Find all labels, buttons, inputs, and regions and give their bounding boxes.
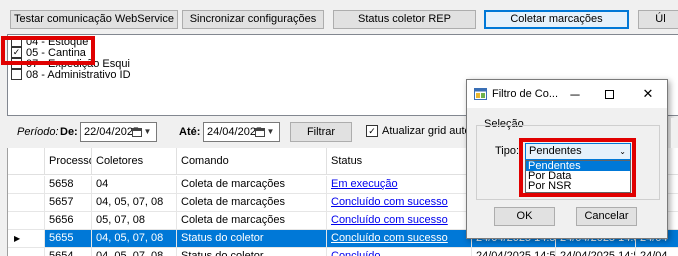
test-webservice-button[interactable]: Testar comunicação WebService bbox=[10, 10, 178, 29]
cell-coletores: 04 bbox=[92, 176, 177, 194]
last-button[interactable]: Úl bbox=[638, 10, 678, 29]
cancel-button[interactable]: Cancelar bbox=[576, 207, 637, 226]
filter-button[interactable]: Filtrar bbox=[290, 122, 352, 142]
ok-button[interactable]: OK bbox=[494, 207, 555, 226]
minimize-icon[interactable]: ─ bbox=[560, 80, 590, 108]
from-date-picker[interactable]: 22/04/2025 ▼ bbox=[80, 122, 157, 142]
cell-status-link[interactable]: Em execução bbox=[327, 176, 472, 194]
calendar-dropdown-button[interactable]: ▼ bbox=[251, 124, 278, 140]
row-header[interactable] bbox=[8, 248, 45, 256]
cell-processo: 5658 bbox=[45, 176, 92, 194]
dialog-titlebar[interactable]: Filtro de Co... ─ ✕ bbox=[467, 80, 667, 108]
column-header-comando[interactable]: Comando bbox=[177, 148, 327, 175]
cell-status-link[interactable]: Concluído com sucesso bbox=[327, 230, 472, 248]
tipo-selected-value: Pendentes bbox=[529, 145, 582, 157]
collector-checkbox[interactable] bbox=[11, 69, 22, 80]
cell-processo: 5656 bbox=[45, 212, 92, 230]
calendar-icon bbox=[254, 127, 265, 137]
row-header-corner bbox=[8, 148, 45, 175]
close-icon[interactable]: ✕ bbox=[633, 80, 663, 108]
cell-date: 24/04/2025 14:51 bbox=[472, 248, 556, 256]
from-label: De: bbox=[60, 126, 78, 138]
calendar-dropdown-button[interactable]: ▼ bbox=[128, 124, 155, 140]
current-row-arrow-icon[interactable]: ▶ bbox=[8, 230, 45, 248]
cell-date: 24/04 bbox=[636, 248, 678, 256]
to-date-picker[interactable]: 24/04/2025 ▼ bbox=[203, 122, 280, 142]
column-header-processo[interactable]: Processo bbox=[45, 148, 92, 175]
collector-label: 08 - Administrativo ID bbox=[26, 68, 131, 81]
rep-status-button[interactable]: Status coletor REP bbox=[333, 10, 476, 29]
cell-status-link[interactable]: Concluído com sucesso bbox=[327, 212, 472, 230]
cell-status-link[interactable]: Concluído com sucesso bbox=[327, 194, 472, 212]
cell-comando: Status do coletor bbox=[177, 230, 327, 248]
chevron-down-icon: ⌄ bbox=[619, 147, 626, 156]
collector-item[interactable]: 08 - Administrativo ID bbox=[11, 68, 131, 81]
cell-processo: 5655 bbox=[45, 230, 92, 248]
cell-status-link[interactable]: Concluído bbox=[327, 248, 472, 256]
edge-strip bbox=[671, 118, 678, 148]
row-header[interactable] bbox=[8, 176, 45, 194]
cell-comando: Coleta de marcações bbox=[177, 212, 327, 230]
cell-comando: Coleta de marcações bbox=[177, 194, 327, 212]
maximize-icon[interactable] bbox=[594, 80, 624, 108]
period-label: Período: bbox=[17, 126, 59, 138]
cell-comando: Coleta de marcações bbox=[177, 176, 327, 194]
app-window-icon bbox=[474, 88, 487, 100]
cell-comando: Status do coletor bbox=[177, 248, 327, 256]
row-header[interactable] bbox=[8, 194, 45, 212]
cell-processo: 5657 bbox=[45, 194, 92, 212]
cell-coletores: 04, 05, 07, 08 bbox=[92, 248, 177, 256]
column-header-coletores[interactable]: Coletores bbox=[92, 148, 177, 175]
filter-dialog: Filtro de Co... ─ ✕ Seleção Tipo: Penden… bbox=[466, 79, 668, 239]
chevron-down-icon: ▼ bbox=[143, 127, 152, 136]
option-por-nsr[interactable]: Por NSR bbox=[526, 181, 630, 192]
chevron-down-icon: ▼ bbox=[266, 127, 275, 136]
collect-marks-button[interactable]: Coletar marcações bbox=[484, 10, 629, 29]
tipo-label: Tipo: bbox=[495, 145, 520, 157]
cell-coletores: 04, 05, 07, 08 bbox=[92, 230, 177, 248]
tipo-dropdown-list[interactable]: Pendentes Por Data Por NSR bbox=[525, 160, 631, 193]
cell-coletores: 05, 07, 08 bbox=[92, 212, 177, 230]
checkbox-checked-icon: ✓ bbox=[366, 125, 378, 137]
row-header[interactable] bbox=[8, 212, 45, 230]
cell-coletores: 04, 05, 07, 08 bbox=[92, 194, 177, 212]
calendar-icon bbox=[131, 127, 142, 137]
cell-processo: 5654 bbox=[45, 248, 92, 256]
to-label: Até: bbox=[179, 126, 201, 138]
dialog-title: Filtro de Co... bbox=[492, 88, 559, 100]
table-row[interactable]: 5654 04, 05, 07, 08 Status do coletor Co… bbox=[8, 248, 678, 256]
cell-date: 24/04/2025 14:51 bbox=[556, 248, 636, 256]
tipo-combobox[interactable]: Pendentes ⌄ bbox=[525, 143, 631, 160]
column-header-status[interactable]: Status bbox=[327, 148, 472, 175]
sync-settings-button[interactable]: Sincronizar configurações bbox=[182, 10, 324, 29]
